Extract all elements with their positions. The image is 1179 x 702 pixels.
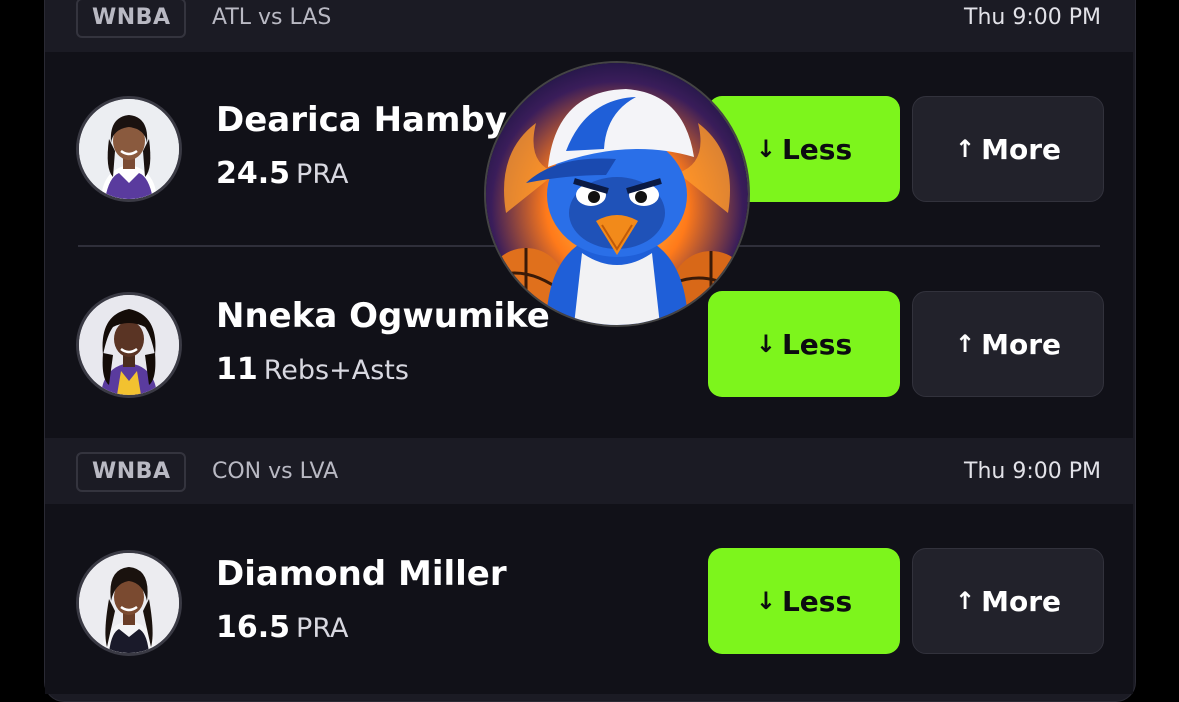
player-avatar	[76, 550, 182, 656]
more-button[interactable]: ↑ More	[912, 548, 1104, 654]
more-button[interactable]: ↑ More	[912, 291, 1104, 397]
player-name: Nneka Ogwumike	[216, 296, 550, 336]
arrow-up-icon: ↑	[954, 330, 976, 358]
line-value: 11	[216, 352, 258, 387]
stat-type: PRA	[296, 159, 349, 190]
stat-type: PRA	[296, 613, 349, 644]
prop-line: 16.5 PRA	[216, 610, 348, 645]
arrow-down-icon: ↓	[755, 135, 776, 163]
game-header: WNBA CON vs LVA Thu 9:00 PM	[45, 446, 1133, 504]
league-badge: WNBA	[76, 0, 187, 38]
arrow-down-icon: ↓	[755, 330, 776, 358]
stat-type: Rebs+Asts	[263, 355, 409, 386]
prop-line: 11 Rebs+Asts	[216, 352, 409, 387]
player-avatar	[76, 96, 182, 202]
mascot-logo	[484, 61, 750, 327]
arrow-up-icon: ↑	[954, 135, 976, 163]
more-button[interactable]: ↑ More	[912, 96, 1104, 202]
game-time: Thu 9:00 PM	[964, 5, 1101, 30]
matchup-label: CON vs LVA	[212, 459, 339, 484]
less-button[interactable]: ↓ Less	[708, 291, 900, 397]
league-badge: WNBA	[76, 452, 187, 492]
player-name: Dearica Hamby	[216, 100, 507, 140]
arrow-up-icon: ↑	[954, 587, 976, 615]
line-value: 24.5	[216, 156, 291, 191]
game-time: Thu 9:00 PM	[964, 459, 1101, 484]
player-name: Diamond Miller	[216, 554, 507, 594]
prop-line: 24.5 PRA	[216, 156, 348, 191]
arrow-down-icon: ↓	[755, 587, 776, 615]
player-avatar	[76, 292, 182, 398]
game-header: WNBA ATL vs LAS Thu 9:00 PM	[45, 0, 1133, 46]
matchup-label: ATL vs LAS	[212, 5, 332, 30]
less-button[interactable]: ↓ Less	[708, 548, 900, 654]
line-value: 16.5	[216, 610, 291, 645]
